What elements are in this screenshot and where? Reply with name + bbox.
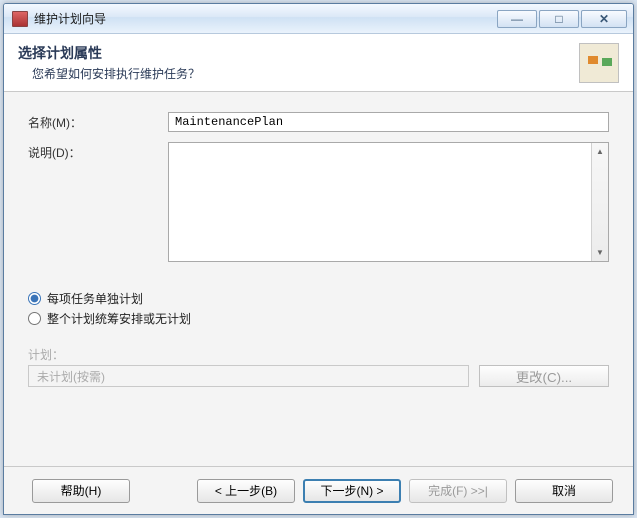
description-input[interactable] [169,143,591,261]
back-button[interactable]: < 上一步(B) [197,479,295,503]
schedule-display: 未计划(按需) [28,365,469,387]
schedule-section: 计划： 未计划(按需) 更改(C)... [28,346,609,387]
radio-single-plan-input[interactable] [28,312,41,325]
radio-per-task-input[interactable] [28,292,41,305]
description-row: 说明(D)： ▲ ▼ [28,142,609,262]
next-button[interactable]: 下一步(N) > [303,479,401,503]
maximize-icon: □ [555,12,562,26]
close-button[interactable]: ✕ [581,10,627,28]
minimize-button[interactable]: — [497,10,537,28]
window-controls: — □ ✕ [497,10,627,28]
window-title: 维护计划向导 [34,10,497,27]
schedule-mode-group: 每项任务单独计划 整个计划统筹安排或无计划 [28,290,609,330]
radio-per-task[interactable]: 每项任务单独计划 [28,290,609,307]
name-input[interactable] [168,112,609,132]
scroll-track[interactable] [592,160,608,244]
close-icon: ✕ [599,12,609,26]
maximize-button[interactable]: □ [539,10,579,28]
app-icon [12,11,28,27]
schedule-row: 未计划(按需) 更改(C)... [28,365,609,387]
radio-per-task-label: 每项任务单独计划 [47,290,143,307]
title-bar: 维护计划向导 — □ ✕ [4,4,633,34]
header-subtitle: 您希望如何安排执行维护任务？ [18,65,579,82]
description-field-wrapper: ▲ ▼ [168,142,609,262]
scroll-up-icon[interactable]: ▲ [592,143,608,160]
minimize-icon: — [511,12,523,26]
name-label: 名称(M)： [28,112,168,131]
help-button[interactable]: 帮助(H) [32,479,130,503]
finish-button: 完成(F) >>| [409,479,507,503]
name-row: 名称(M)： [28,112,609,132]
header-text: 选择计划属性 您希望如何安排执行维护任务？ [18,43,579,82]
header-title: 选择计划属性 [18,43,579,63]
schedule-label: 计划： [28,346,609,363]
radio-single-plan[interactable]: 整个计划统筹安排或无计划 [28,310,609,327]
cancel-button[interactable]: 取消 [515,479,613,503]
scroll-down-icon[interactable]: ▼ [592,244,608,261]
radio-single-plan-label: 整个计划统筹安排或无计划 [47,310,191,327]
description-scrollbar[interactable]: ▲ ▼ [591,143,608,261]
description-label: 说明(D)： [28,142,168,161]
change-schedule-button: 更改(C)... [479,365,609,387]
wizard-body: 名称(M)： 说明(D)： ▲ ▼ 每项任务单独计划 整个计划统筹安排或无计 [4,92,633,466]
wizard-decorative-icon [579,43,619,83]
wizard-header: 选择计划属性 您希望如何安排执行维护任务？ [4,34,633,92]
wizard-footer: 帮助(H) < 上一步(B) 下一步(N) > 完成(F) >>| 取消 [4,466,633,514]
wizard-window: 维护计划向导 — □ ✕ 选择计划属性 您希望如何安排执行维护任务？ 名称(M)… [3,3,634,515]
